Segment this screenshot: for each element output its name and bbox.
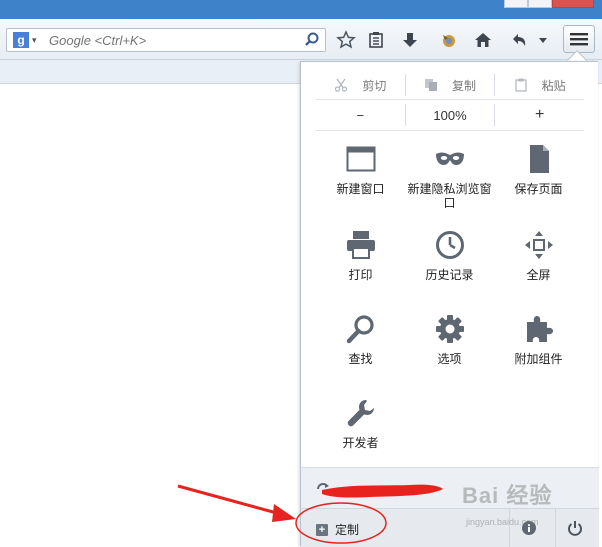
home-icon[interactable] bbox=[471, 28, 495, 52]
engine-dropdown-icon[interactable]: ▾ bbox=[32, 32, 37, 48]
row-divider bbox=[316, 99, 584, 100]
search-go-icon[interactable] bbox=[303, 31, 321, 49]
developer-wrench-icon bbox=[347, 400, 374, 427]
save-page-icon bbox=[529, 145, 549, 173]
help-button[interactable] bbox=[509, 509, 547, 547]
print-icon bbox=[346, 231, 375, 259]
print-button[interactable]: 打印 bbox=[316, 230, 405, 310]
print-label: 打印 bbox=[348, 268, 373, 282]
zoom-out-button[interactable]: − bbox=[316, 104, 405, 126]
clipboard-icon bbox=[515, 78, 527, 92]
cut-label: 剪切 bbox=[362, 78, 387, 93]
private-window-button[interactable]: 新建隐私浏览窗口 bbox=[405, 144, 494, 224]
developer-label: 开发者 bbox=[342, 436, 379, 450]
edit-controls: 剪切 复制 粘贴 bbox=[316, 74, 584, 96]
addons-button[interactable]: 附加组件 bbox=[494, 314, 583, 394]
customize-label: 定制 bbox=[335, 523, 360, 537]
fullscreen-button[interactable]: 全屏 bbox=[494, 230, 583, 310]
minimize-button[interactable] bbox=[504, 0, 528, 8]
extension-icon[interactable] bbox=[437, 28, 461, 52]
history-button[interactable]: 历史记录 bbox=[405, 230, 494, 310]
scissors-icon bbox=[335, 78, 348, 92]
search-input[interactable] bbox=[49, 31, 299, 49]
find-label: 查找 bbox=[348, 352, 373, 366]
plus-icon: + bbox=[316, 523, 328, 536]
window-titlebar bbox=[0, 0, 602, 19]
history-back-icon[interactable] bbox=[507, 28, 531, 52]
history-clock-icon bbox=[435, 231, 464, 259]
new-window-button[interactable]: 新建窗口 bbox=[316, 144, 405, 224]
sync-icon bbox=[317, 483, 329, 490]
addons-label: 附加组件 bbox=[514, 352, 563, 366]
search-engine-icon[interactable]: g bbox=[13, 32, 29, 48]
power-icon bbox=[567, 521, 582, 536]
save-page-button[interactable]: 保存页面 bbox=[494, 144, 583, 224]
watermark-url: jingyan.baidu.com bbox=[466, 517, 539, 527]
panel-footer: + 定制 bbox=[301, 508, 599, 547]
bookmarks-list-icon[interactable] bbox=[364, 28, 388, 52]
row-divider bbox=[316, 130, 584, 131]
quit-button[interactable] bbox=[555, 509, 593, 547]
options-gear-icon bbox=[435, 315, 464, 343]
copy-button[interactable]: 复制 bbox=[404, 74, 495, 96]
cut-button[interactable]: 剪切 bbox=[316, 74, 405, 96]
fullscreen-icon bbox=[524, 231, 553, 259]
addons-puzzle-icon bbox=[526, 316, 553, 342]
save-page-label: 保存页面 bbox=[514, 182, 563, 196]
options-button[interactable]: 选项 bbox=[405, 314, 494, 394]
options-label: 选项 bbox=[437, 352, 462, 366]
history-label: 历史记录 bbox=[425, 268, 474, 282]
zoom-controls: − 100% + bbox=[316, 104, 584, 126]
copy-label: 复制 bbox=[452, 78, 477, 93]
search-bar[interactable]: g ▾ bbox=[6, 28, 326, 52]
annotation-arrowhead bbox=[272, 504, 296, 522]
chevron-down-icon[interactable] bbox=[534, 28, 552, 52]
zoom-level-reset[interactable]: 100% bbox=[404, 104, 495, 126]
close-button[interactable] bbox=[552, 0, 594, 8]
customize-button[interactable]: + 定制 bbox=[316, 521, 359, 538]
sync-account-row[interactable] bbox=[301, 468, 599, 508]
zoom-in-button[interactable]: + bbox=[494, 104, 584, 126]
hamburger-menu-button[interactable] bbox=[563, 25, 595, 53]
maximize-button[interactable] bbox=[528, 0, 552, 8]
paste-button[interactable]: 粘贴 bbox=[494, 74, 584, 96]
new-window-icon bbox=[346, 146, 375, 172]
download-icon[interactable] bbox=[398, 28, 422, 52]
annotation-arrow bbox=[177, 484, 285, 517]
hamburger-icon bbox=[570, 33, 588, 46]
paste-label: 粘贴 bbox=[541, 78, 566, 93]
developer-button[interactable]: 开发者 bbox=[316, 398, 405, 478]
find-button[interactable]: 查找 bbox=[316, 314, 405, 394]
copy-icon bbox=[425, 79, 437, 91]
private-mask-icon bbox=[435, 152, 464, 165]
private-window-label: 新建隐私浏览窗口 bbox=[407, 182, 492, 210]
main-menu-panel: 剪切 复制 粘贴 − 100% + 新建窗口 新建隐私浏览窗口 保存页面 打印 … bbox=[300, 61, 599, 547]
watermark-brand: Bai 经验 bbox=[462, 483, 553, 508]
fullscreen-label: 全屏 bbox=[526, 268, 551, 282]
find-magnifier-icon bbox=[346, 315, 374, 344]
new-window-label: 新建窗口 bbox=[336, 182, 385, 196]
bookmark-star-icon[interactable] bbox=[334, 28, 358, 52]
